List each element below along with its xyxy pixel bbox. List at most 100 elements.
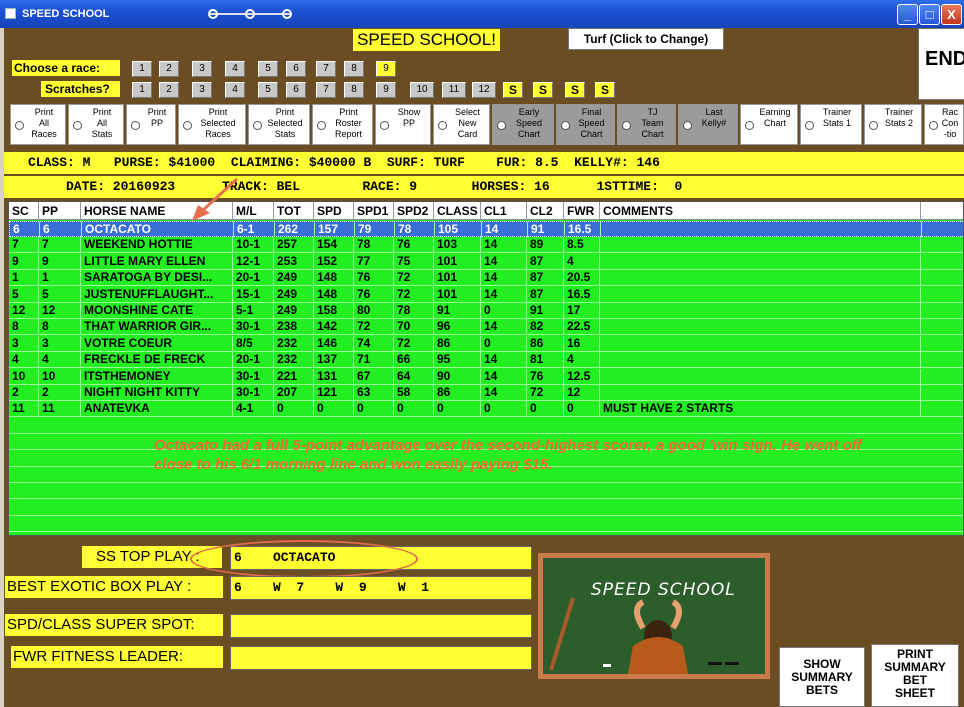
radio-circle-icon[interactable] (380, 121, 389, 130)
super-spot-value (230, 614, 532, 638)
scratch-special-button[interactable]: S (595, 82, 615, 98)
radio-circle-icon[interactable] (253, 121, 262, 130)
race-button-1[interactable]: 1 (132, 61, 152, 77)
option-radio-2[interactable]: Print PP (126, 104, 176, 145)
empty-row (9, 418, 963, 434)
table-cell (601, 222, 922, 237)
option-radio-6[interactable]: Show PP (375, 104, 431, 145)
table-row[interactable]: 5 5 JUSTENUFFLAUGHT... 15-1 249 148 76 72 101 14 8… (9, 286, 963, 303)
option-radio-13[interactable]: Trainer Stats 1 (800, 104, 862, 145)
column-header[interactable]: CL2 (527, 202, 564, 220)
option-radio-1[interactable]: Print All Stats (68, 104, 124, 145)
column-header[interactable]: FWR (564, 202, 600, 220)
table-row[interactable]: 10 10 ITSTHEMONEY 30-1 221 131 67 64 90 14 76 12.5 (9, 368, 963, 385)
table-row[interactable]: 4 4 FRECKLE DE FRECK 20-1 232 137 71 66 95 14 81 4 (9, 352, 963, 369)
column-header[interactable]: PP (39, 202, 81, 220)
scratch-button-3[interactable]: 3 (192, 82, 212, 98)
radio-circle-icon[interactable] (929, 121, 938, 130)
column-header[interactable]: TOT (274, 202, 314, 220)
scratch-button-1[interactable]: 1 (132, 82, 152, 98)
scratch-button-2[interactable]: 2 (159, 82, 179, 98)
option-radio-14[interactable]: Trainer Stats 2 (864, 104, 922, 145)
radio-circle-icon[interactable] (317, 121, 326, 130)
title-bar[interactable]: SPEED SCHOOL _ □ X (0, 0, 964, 28)
scratch-button-6[interactable]: 6 (286, 82, 306, 98)
race-button-4[interactable]: 4 (225, 61, 245, 77)
table-row[interactable]: 1 1 SARATOGA BY DESI... 20-1 249 148 76 72 101 14… (9, 270, 963, 287)
table-cell: 232 (274, 335, 314, 351)
super-spot-label: SPD/CLASS SUPER SPOT: (5, 614, 223, 636)
table-row[interactable]: 7 7 WEEKEND HOTTIE 10-1 257 154 78 76 103 14 89 8.5 (9, 237, 963, 254)
option-radio-12[interactable]: Earning Chart (740, 104, 798, 145)
scratch-button-11[interactable]: 11 (442, 82, 466, 98)
radio-circle-icon[interactable] (622, 121, 631, 130)
scratch-special-button[interactable]: S (503, 82, 523, 98)
race-button-9[interactable]: 9 (376, 61, 396, 77)
race-button-5[interactable]: 5 (258, 61, 278, 77)
race-button-2[interactable]: 2 (159, 61, 179, 77)
option-radio-7[interactable]: Select New Card (433, 104, 490, 145)
option-radio-4[interactable]: Print Selected Stats (248, 104, 310, 145)
radio-circle-icon[interactable] (73, 121, 82, 130)
scratch-button-7[interactable]: 7 (316, 82, 336, 98)
radio-circle-icon[interactable] (561, 121, 570, 130)
option-label: Final Speed Chart (578, 107, 605, 139)
race-button-7[interactable]: 7 (316, 61, 336, 77)
minimize-button[interactable]: _ (897, 4, 918, 25)
end-button[interactable]: END (918, 28, 964, 100)
scratch-button-5[interactable]: 5 (258, 82, 278, 98)
table-row[interactable]: 6 6 OCTACATO 6-1 262 157 79 78 105 14 91 16.5 (9, 221, 963, 237)
radio-circle-icon[interactable] (183, 121, 192, 130)
option-radio-11[interactable]: Last Kelly# (678, 104, 738, 145)
table-cell: 121 (314, 385, 354, 400)
scratch-button-12[interactable]: 12 (472, 82, 496, 98)
scratch-button-9[interactable]: 9 (376, 82, 396, 98)
turf-toggle-button[interactable]: Turf (Click to Change) (568, 28, 724, 50)
race-button-8[interactable]: 8 (344, 61, 364, 77)
scratch-button-10[interactable]: 10 (410, 82, 434, 98)
radio-circle-icon[interactable] (497, 121, 506, 130)
option-radio-3[interactable]: Print Selected Races (178, 104, 246, 145)
scratch-special-button[interactable]: S (533, 82, 553, 98)
table-cell: 87 (527, 286, 564, 302)
column-header[interactable]: SPD1 (354, 202, 394, 220)
option-radio-8[interactable]: Early Speed Chart (492, 104, 554, 145)
race-button-6[interactable]: 6 (286, 61, 306, 77)
table-row[interactable]: 11 11 ANATEVKA 4-1 0 0 0 0 0 0 0 0 MUST HAVE 2 START… (9, 401, 963, 418)
print-summary-bet-sheet-button[interactable]: PRINT SUMMARY BET SHEET (871, 644, 959, 707)
column-header[interactable]: CLASS (434, 202, 481, 220)
scratch-button-8[interactable]: 8 (344, 82, 364, 98)
radio-circle-icon[interactable] (438, 121, 447, 130)
column-header[interactable]: COMMENTS (600, 202, 921, 220)
close-button[interactable]: X (941, 4, 962, 25)
table-cell: 14 (482, 222, 528, 237)
table-row[interactable]: 8 8 THAT WARRIOR GIR... 30-1 238 142 72 70 96 14 8… (9, 319, 963, 336)
radio-circle-icon[interactable] (131, 121, 140, 130)
column-header[interactable]: CL1 (481, 202, 527, 220)
table-row[interactable]: 3 3 VOTRE COEUR 8/5 232 146 74 72 86 0 86 16 (9, 335, 963, 352)
race-button-3[interactable]: 3 (192, 61, 212, 77)
show-summary-bets-button[interactable]: SHOW SUMMARY BETS (779, 647, 865, 707)
table-row[interactable]: 12 12 MOONSHINE CATE 5-1 249 158 80 78 91 0 91 17 (9, 303, 963, 319)
table-cell: 5 (39, 286, 81, 302)
scratch-special-button[interactable]: S (565, 82, 585, 98)
option-radio-0[interactable]: Print All Races (10, 104, 66, 145)
column-header[interactable]: SPD2 (394, 202, 434, 220)
option-radio-9[interactable]: Final Speed Chart (556, 104, 615, 145)
radio-circle-icon[interactable] (869, 121, 878, 130)
radio-circle-icon[interactable] (15, 121, 24, 130)
radio-circle-icon[interactable] (805, 121, 814, 130)
scratch-button-4[interactable]: 4 (225, 82, 245, 98)
option-radio-15[interactable]: Rac Con -tio (924, 104, 964, 145)
option-label: Print All Stats (91, 107, 113, 139)
column-header[interactable]: SPD (314, 202, 354, 220)
table-cell: 14 (481, 286, 527, 302)
option-radio-5[interactable]: Print Roster Report (312, 104, 373, 145)
option-radio-10[interactable]: TJ Team Chart (617, 104, 676, 145)
table-row[interactable]: 2 2 NIGHT NIGHT KITTY 30-1 207 121 63 58 86 14 72 1… (9, 385, 963, 401)
maximize-button[interactable]: □ (919, 4, 940, 25)
radio-circle-icon[interactable] (683, 121, 692, 130)
column-header[interactable]: SC (9, 202, 39, 220)
radio-circle-icon[interactable] (745, 121, 754, 130)
table-row[interactable]: 9 9 LITTLE MARY ELLEN 12-1 253 152 77 75 101 14 87… (9, 253, 963, 270)
